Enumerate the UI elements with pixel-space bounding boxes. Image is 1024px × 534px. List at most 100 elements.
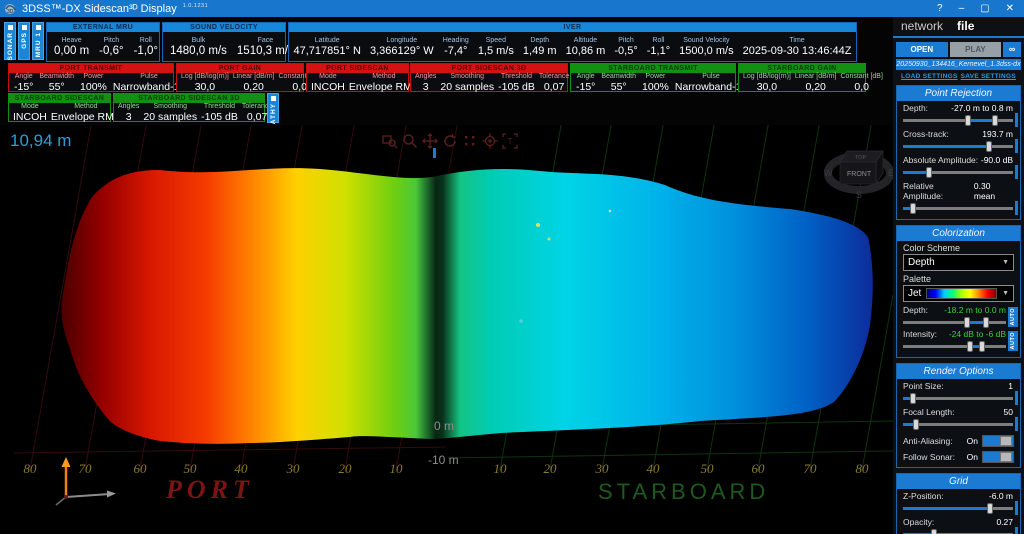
save-settings-link[interactable]: SAVE SETTINGS: [961, 73, 1016, 80]
focal-length-slider[interactable]: [903, 418, 1013, 431]
palette-value: Jet: [908, 288, 922, 299]
row-link-mark[interactable]: [1015, 139, 1018, 153]
nav-cube-front-label[interactable]: FRONT: [847, 171, 872, 178]
sonar-status-led: [7, 25, 13, 30]
gps-tab[interactable]: GPS: [18, 22, 30, 60]
maximize-button[interactable]: ▢: [980, 3, 989, 14]
field-value: -105 dB: [498, 81, 535, 93]
load-settings-link[interactable]: LOAD SETTINGS: [901, 73, 958, 80]
row-value: 193.7 m: [982, 129, 1013, 139]
depth-auto-button[interactable]: AUTO: [1008, 307, 1018, 327]
chevron-down-icon: ▼: [1002, 259, 1009, 266]
focal-length-row: Focal Length: 50: [903, 407, 1020, 431]
port-sidescan-panel: PORT SIDESCAN Mode INCOH Method Envelope R…: [306, 63, 419, 93]
field-label: Angles: [118, 103, 140, 110]
field-label: Method: [74, 103, 98, 110]
minimize-button[interactable]: –: [959, 3, 965, 14]
close-button[interactable]: ✕: [1006, 3, 1014, 14]
row-label: Absolute Amplitude:: [903, 155, 979, 165]
field-value: -0,6°: [99, 44, 124, 57]
field: Heading -7,4°: [440, 37, 472, 57]
nav-cube-west-label[interactable]: W: [824, 168, 833, 178]
field-value: 30,0: [756, 81, 778, 93]
port-tick-60: 60: [133, 461, 147, 476]
color-scheme-value: Depth: [908, 257, 935, 268]
field: Roll -1,0°: [129, 37, 163, 57]
field: Pitch -0,6°: [94, 37, 128, 57]
field-label: Method: [372, 73, 396, 80]
grid-section: Grid Z-Position: -6.0 m Opacity: 0.27: [896, 473, 1021, 534]
field: Angle -15°: [573, 73, 598, 93]
panel-title: PORT GAIN: [177, 64, 303, 73]
point-size-slider[interactable]: [903, 392, 1013, 405]
field-label: Threshold: [500, 73, 533, 80]
field: Angles 3: [116, 103, 141, 123]
depth-reject-slider[interactable]: [903, 114, 1013, 127]
bathy-status-led: [270, 96, 276, 101]
anti-aliasing-toggle[interactable]: [982, 435, 1014, 447]
field: Linear [dB/m] 0,20: [231, 73, 277, 93]
field-label: Angles: [415, 73, 437, 80]
panel-title: STARBOARD SIDESCAN: [9, 94, 110, 103]
nav-cube[interactable]: W S E TOP FRONT: [823, 139, 895, 203]
snap-points-icon[interactable]: [462, 133, 478, 149]
field-value: 2025-09-30 13:46:44Z: [742, 44, 852, 57]
center-target-icon[interactable]: [482, 133, 498, 149]
row-value: -24 dB to -6 dB: [948, 329, 1006, 339]
row-link-mark[interactable]: [1015, 201, 1018, 215]
sonar-3d-viewport[interactable]: 10,94 m T W S E TOP FRONT 0 m -10 m 80 7…: [0, 125, 895, 534]
tab-network[interactable]: network: [901, 19, 943, 33]
field-label: Sound Velocity: [683, 36, 730, 44]
axis-triad-icon: [55, 457, 116, 506]
nav-cube-top-label[interactable]: TOP: [855, 155, 867, 161]
rotate-icon[interactable]: [442, 133, 458, 149]
row-link-mark[interactable]: [1015, 527, 1018, 534]
field-value: INCOH: [311, 81, 345, 93]
tab-file[interactable]: file: [957, 19, 974, 33]
fit-frame-icon[interactable]: T: [502, 133, 518, 149]
relative-amplitude-slider[interactable]: [903, 202, 1013, 215]
follow-sonar-row: Follow Sonar: On: [903, 451, 1014, 463]
toggle-state: On: [966, 452, 978, 462]
bathy-tab[interactable]: BATHY: [267, 93, 279, 130]
loop-button[interactable]: ∞: [1003, 42, 1021, 57]
row-link-mark[interactable]: [1015, 165, 1018, 179]
row-value: 50: [1003, 407, 1013, 417]
starboard-sidescan-panel: STARBOARD SIDESCAN Mode INCOH Method Envel…: [8, 93, 121, 123]
crosstrack-slider[interactable]: [903, 140, 1013, 153]
z-position-slider[interactable]: [903, 502, 1013, 515]
row-value: -18.2 m to 0.0 m: [944, 305, 1006, 315]
sonar-tab[interactable]: SONAR: [4, 22, 16, 60]
row-link-mark[interactable]: [1015, 501, 1018, 515]
field-label: Latitude: [314, 36, 340, 44]
color-intensity-slider[interactable]: [903, 340, 1006, 353]
region-zoom-icon[interactable]: [382, 133, 398, 149]
absolute-amplitude-slider[interactable]: [903, 166, 1013, 179]
stbd-tick-10: 10: [493, 461, 507, 476]
field-value: 10,86 m: [565, 44, 606, 57]
zoom-icon[interactable]: [402, 133, 418, 149]
follow-sonar-toggle[interactable]: [982, 451, 1014, 463]
palette-dropdown[interactable]: Jet ▼: [903, 285, 1014, 302]
field-value: 0,00 m: [54, 44, 90, 57]
gps-tab-label: GPS: [20, 32, 28, 49]
port-tick-20: 20: [338, 461, 352, 476]
mru-tab[interactable]: MRU 1: [32, 22, 44, 60]
field-value: -15°: [576, 81, 596, 93]
color-scheme-dropdown[interactable]: Depth ▼: [903, 254, 1014, 271]
row-link-mark[interactable]: [1015, 113, 1018, 127]
app-title: 3DSS™-DX Sidescan³ᴰ Display: [22, 2, 177, 15]
row-label: Cross-track:: [903, 129, 949, 139]
color-depth-slider[interactable]: [903, 316, 1006, 329]
pan-icon[interactable]: [422, 133, 438, 149]
nav-cube-south-label[interactable]: S: [856, 190, 862, 200]
help-button[interactable]: ?: [937, 3, 943, 14]
open-button[interactable]: OPEN: [896, 42, 948, 57]
row-link-mark[interactable]: [1015, 391, 1018, 405]
play-button[interactable]: PLAY: [949, 42, 1002, 57]
row-label: Focal Length:: [903, 407, 955, 417]
row-link-mark[interactable]: [1015, 417, 1018, 431]
opacity-slider[interactable]: [903, 528, 1013, 534]
field-label: Roll: [652, 36, 665, 44]
intensity-auto-button[interactable]: AUTO: [1008, 331, 1018, 351]
